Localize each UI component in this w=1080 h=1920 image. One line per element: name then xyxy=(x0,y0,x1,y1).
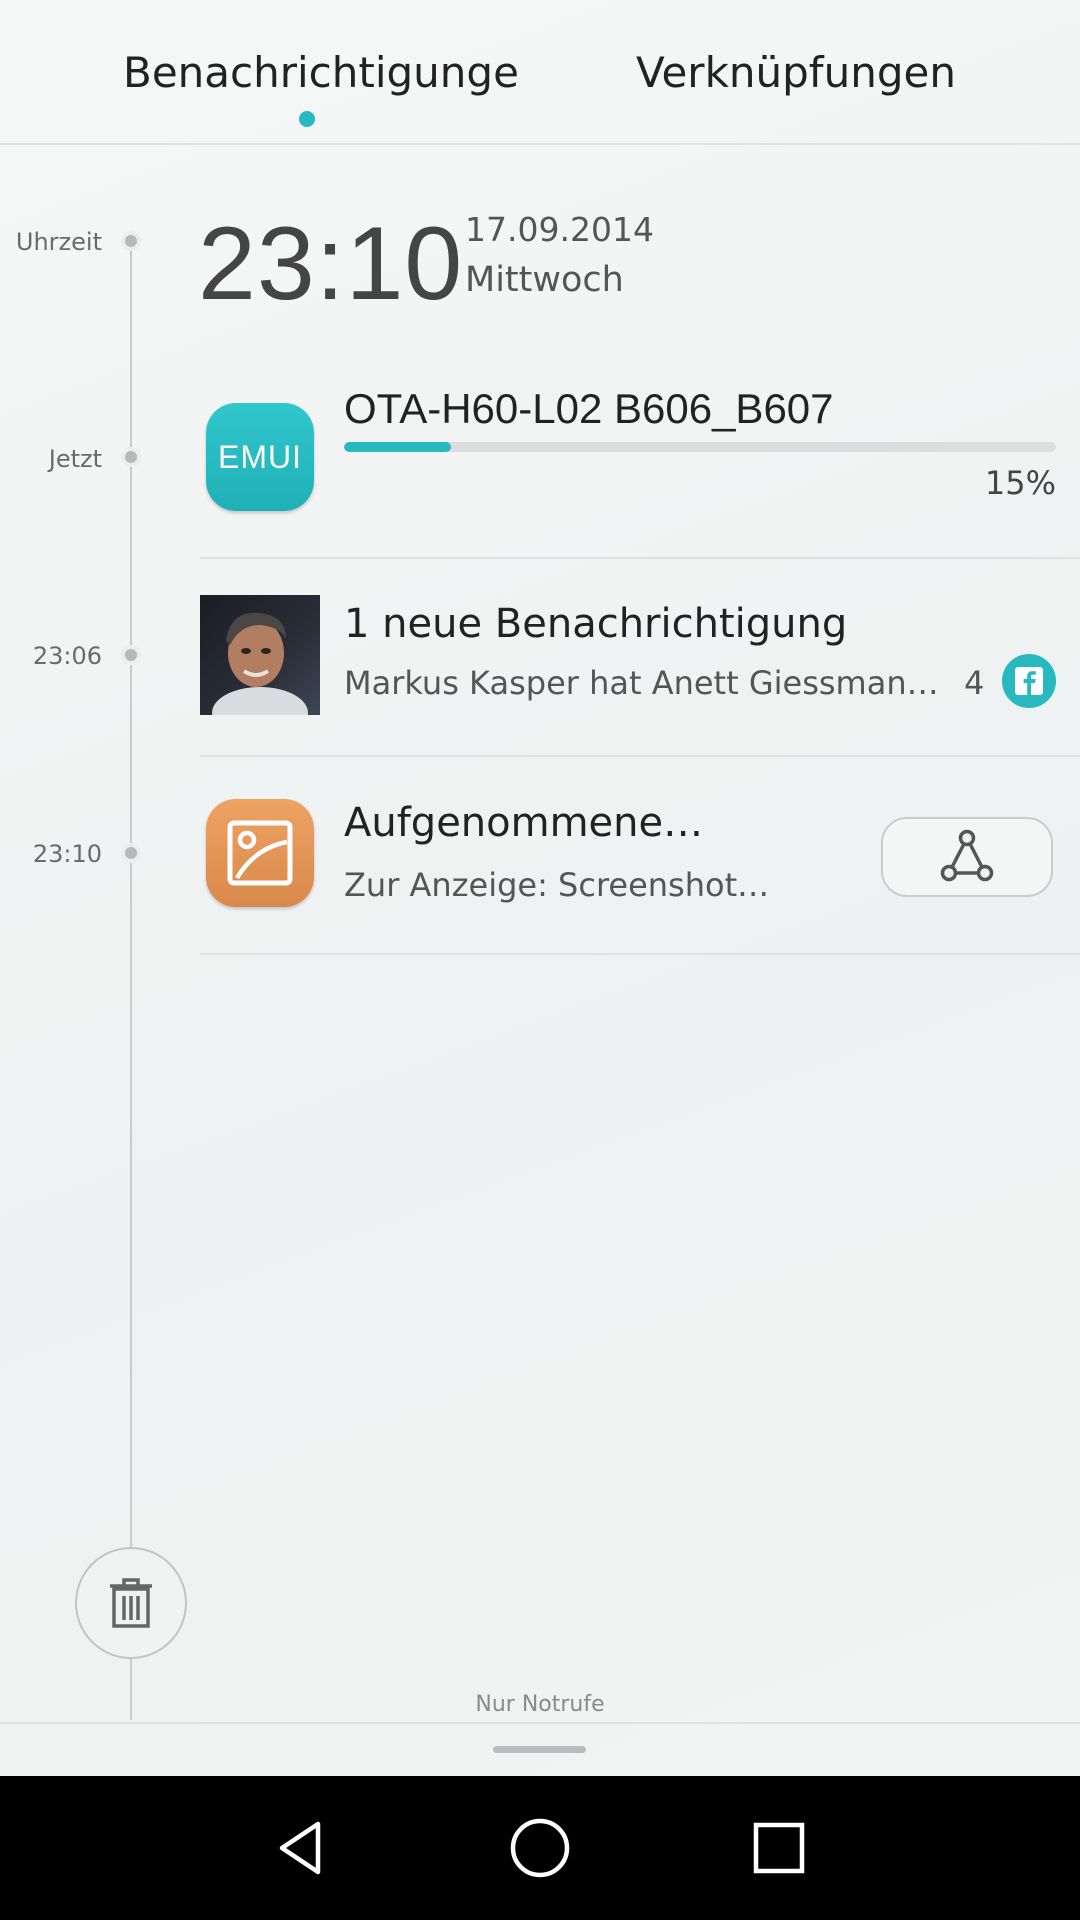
timeline-dot xyxy=(121,231,141,251)
back-button[interactable] xyxy=(250,1798,350,1898)
timeline-dot xyxy=(121,447,141,467)
trash-icon xyxy=(110,1578,152,1628)
tab-shortcuts[interactable]: Verknüpfungen xyxy=(636,48,956,97)
row-divider xyxy=(200,755,1080,757)
timeline-label-time: Uhrzeit xyxy=(15,228,102,256)
emergency-calls-only: Nur Notrufe xyxy=(475,1692,605,1717)
drag-handle[interactable] xyxy=(493,1746,586,1753)
clear-all-button[interactable] xyxy=(75,1547,187,1659)
timeline-dot xyxy=(121,843,141,863)
tab-notifications[interactable]: Benachrichtigunge xyxy=(123,48,519,97)
notification-tabs: Benachrichtigunge Verknüpfungen xyxy=(0,0,1080,145)
row-divider xyxy=(200,557,1080,559)
ota-progress-fill xyxy=(344,442,451,452)
emui-app-icon: EMUI xyxy=(206,403,314,511)
bottom-divider xyxy=(0,1722,1080,1724)
timeline-label-facebook: 23:06 xyxy=(32,642,102,670)
clock-date: 17.09.2014 xyxy=(465,210,654,249)
gallery-icon xyxy=(206,799,314,907)
timeline-label-screenshot: 23:10 xyxy=(32,840,102,868)
recents-icon xyxy=(753,1822,805,1874)
contact-avatar xyxy=(200,595,320,715)
ota-progress-percent: 15% xyxy=(984,464,1056,502)
facebook-icon xyxy=(1002,654,1056,708)
clock-weekday: Mittwoch xyxy=(465,260,624,300)
notification-count: 4 xyxy=(964,664,985,702)
share-button[interactable] xyxy=(881,817,1053,897)
active-tab-indicator xyxy=(299,111,315,127)
back-icon xyxy=(279,1821,321,1875)
screenshot-notification-text: Zur Anzeige: Screenshot… xyxy=(344,866,770,904)
facebook-notification-text: Markus Kasper hat Anett Giessmann V… xyxy=(344,664,939,702)
ota-progress-bar xyxy=(344,442,1056,452)
timeline-label-now: Jetzt xyxy=(48,445,102,473)
row-divider xyxy=(200,953,1080,955)
share-icon xyxy=(940,829,994,882)
ota-update-title[interactable]: OTA-H60-L02 B606_B607 xyxy=(344,385,834,433)
screenshot-notification-title[interactable]: Aufgenommene… xyxy=(344,800,703,846)
timeline-dot xyxy=(121,645,141,665)
home-icon xyxy=(510,1818,570,1878)
navigation-bar xyxy=(0,1776,1080,1920)
home-button[interactable] xyxy=(490,1798,590,1898)
recents-button[interactable] xyxy=(729,1798,829,1898)
clock-time: 23:10 xyxy=(198,206,464,322)
facebook-notification-title[interactable]: 1 neue Benachrichtigung xyxy=(344,601,847,647)
